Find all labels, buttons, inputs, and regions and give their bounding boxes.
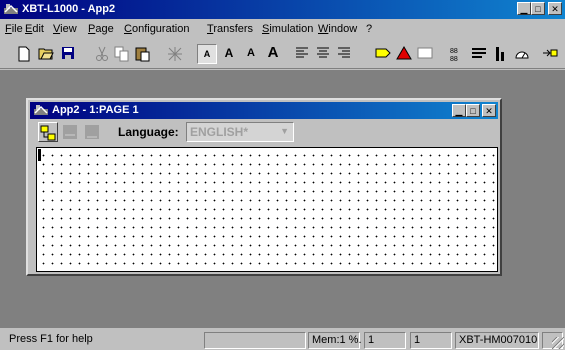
font-small-icon: A	[203, 49, 211, 59]
maximize-icon: □	[470, 106, 476, 116]
copy-icon	[114, 46, 129, 62]
menu-simulation[interactable]: Simulation	[262, 23, 313, 35]
language-label: Language:	[118, 125, 179, 139]
minimize-icon: ▁	[520, 4, 528, 14]
toolbar: A A A A 88 88	[0, 39, 565, 69]
status-field-2: 1	[410, 332, 452, 349]
align-center-icon	[317, 47, 329, 58]
close-icon: ✕	[551, 4, 559, 14]
status-bar: Press F1 for help Mem:1 %. 1 1 XBT-HM007…	[0, 331, 565, 350]
page-window[interactable]: App2 - 1:PAGE 1 ▁ □ ✕ Language: ENGLISH*…	[26, 98, 502, 276]
align-right-icon	[338, 47, 350, 58]
new-button[interactable]	[14, 44, 34, 64]
page-next-icon	[85, 125, 99, 139]
page-next-button[interactable]	[82, 122, 102, 142]
bar-button[interactable]	[490, 44, 510, 64]
save-icon	[62, 47, 74, 59]
cut-button[interactable]	[92, 44, 112, 64]
window-button[interactable]	[415, 44, 435, 64]
arrow-icon	[543, 49, 558, 57]
close-button[interactable]: ✕	[548, 2, 562, 15]
arrow-button[interactable]	[540, 44, 560, 64]
status-field-1: 1	[364, 332, 406, 349]
gauge-button[interactable]	[512, 44, 532, 64]
menu-transfers[interactable]: Transfers	[207, 23, 253, 35]
link-page-button[interactable]	[38, 122, 58, 142]
font-xlarge-icon: A	[267, 44, 279, 61]
bar-icon	[496, 47, 504, 61]
menu-bar: File Edit View Page Configuration Transf…	[0, 20, 565, 38]
page-prev-button[interactable]	[60, 122, 80, 142]
save-button[interactable]	[58, 44, 78, 64]
menu-configuration[interactable]: Configuration	[124, 23, 189, 35]
menu-page[interactable]: Page	[88, 23, 114, 35]
page-window-icon	[34, 105, 48, 115]
svg-text:88: 88	[450, 56, 458, 62]
menu-edit[interactable]: Edit	[25, 23, 44, 35]
font-small-button[interactable]: A	[197, 44, 217, 64]
grid-icon	[168, 47, 182, 61]
rectangle-icon	[375, 48, 391, 58]
font-xlarge-button[interactable]: A	[263, 44, 283, 64]
triangle-button[interactable]	[394, 44, 414, 64]
title-bar[interactable]: XBT-L1000 - App2 ▁ □ ✕	[0, 0, 565, 19]
copy-button[interactable]	[112, 44, 132, 64]
menu-file[interactable]: File	[5, 23, 23, 35]
page-prev-icon	[63, 125, 77, 139]
app-icon	[4, 4, 18, 14]
table-icon	[472, 48, 486, 58]
status-terminal: XBT-HM007010	[455, 332, 539, 349]
status-help-text: Press F1 for help	[9, 333, 93, 345]
menu-window[interactable]: Window	[318, 23, 357, 35]
table-button[interactable]	[469, 44, 489, 64]
status-empty-panel	[204, 332, 306, 349]
font-medium-button[interactable]: A	[219, 44, 239, 64]
window-title: XBT-L1000 - App2	[22, 3, 116, 15]
fields-icon: 8888	[450, 48, 458, 62]
triangle-icon	[396, 46, 412, 60]
language-value: ENGLISH*	[190, 125, 249, 139]
rectangle-button[interactable]	[373, 44, 393, 64]
align-left-button[interactable]	[292, 44, 312, 64]
menu-help[interactable]: ?	[366, 23, 372, 35]
page-maximize-button[interactable]: □	[466, 104, 480, 117]
maximize-icon: □	[535, 4, 541, 14]
paste-button[interactable]	[133, 44, 153, 64]
open-icon	[38, 48, 54, 60]
window-icon	[417, 47, 433, 59]
svg-text:88: 88	[450, 48, 458, 55]
open-button[interactable]	[36, 44, 56, 64]
minimize-button[interactable]: ▁	[517, 2, 531, 15]
align-right-button[interactable]	[334, 44, 354, 64]
paste-icon	[135, 47, 150, 62]
minimize-icon: ▁	[455, 106, 463, 116]
page-minimize-button[interactable]: ▁	[452, 104, 466, 117]
font-large-icon: A	[247, 47, 255, 59]
grid-button[interactable]	[165, 44, 185, 64]
cut-icon	[96, 46, 108, 61]
resize-grip[interactable]	[552, 337, 564, 349]
cursor-caret	[38, 149, 41, 161]
fields-button[interactable]: 88 88	[447, 44, 467, 64]
page-canvas[interactable]	[36, 147, 498, 272]
align-left-icon	[296, 47, 308, 58]
font-medium-icon: A	[224, 46, 234, 60]
close-icon: ✕	[485, 106, 493, 116]
page-close-button[interactable]: ✕	[482, 104, 496, 117]
page-window-title-bar[interactable]: App2 - 1:PAGE 1 ▁ □ ✕	[30, 102, 498, 119]
page-window-title: App2 - 1:PAGE 1	[52, 104, 139, 116]
status-memory: Mem:1 %.	[308, 332, 362, 349]
menu-view[interactable]: View	[53, 23, 77, 35]
gauge-icon	[515, 51, 529, 59]
maximize-button[interactable]: □	[531, 2, 545, 15]
chevron-down-icon: ▼	[280, 126, 289, 136]
language-select[interactable]: ENGLISH* ▼	[186, 122, 294, 142]
font-large-button[interactable]: A	[241, 44, 261, 64]
align-center-button[interactable]	[313, 44, 333, 64]
link-page-icon	[40, 125, 56, 141]
new-icon	[18, 46, 30, 62]
